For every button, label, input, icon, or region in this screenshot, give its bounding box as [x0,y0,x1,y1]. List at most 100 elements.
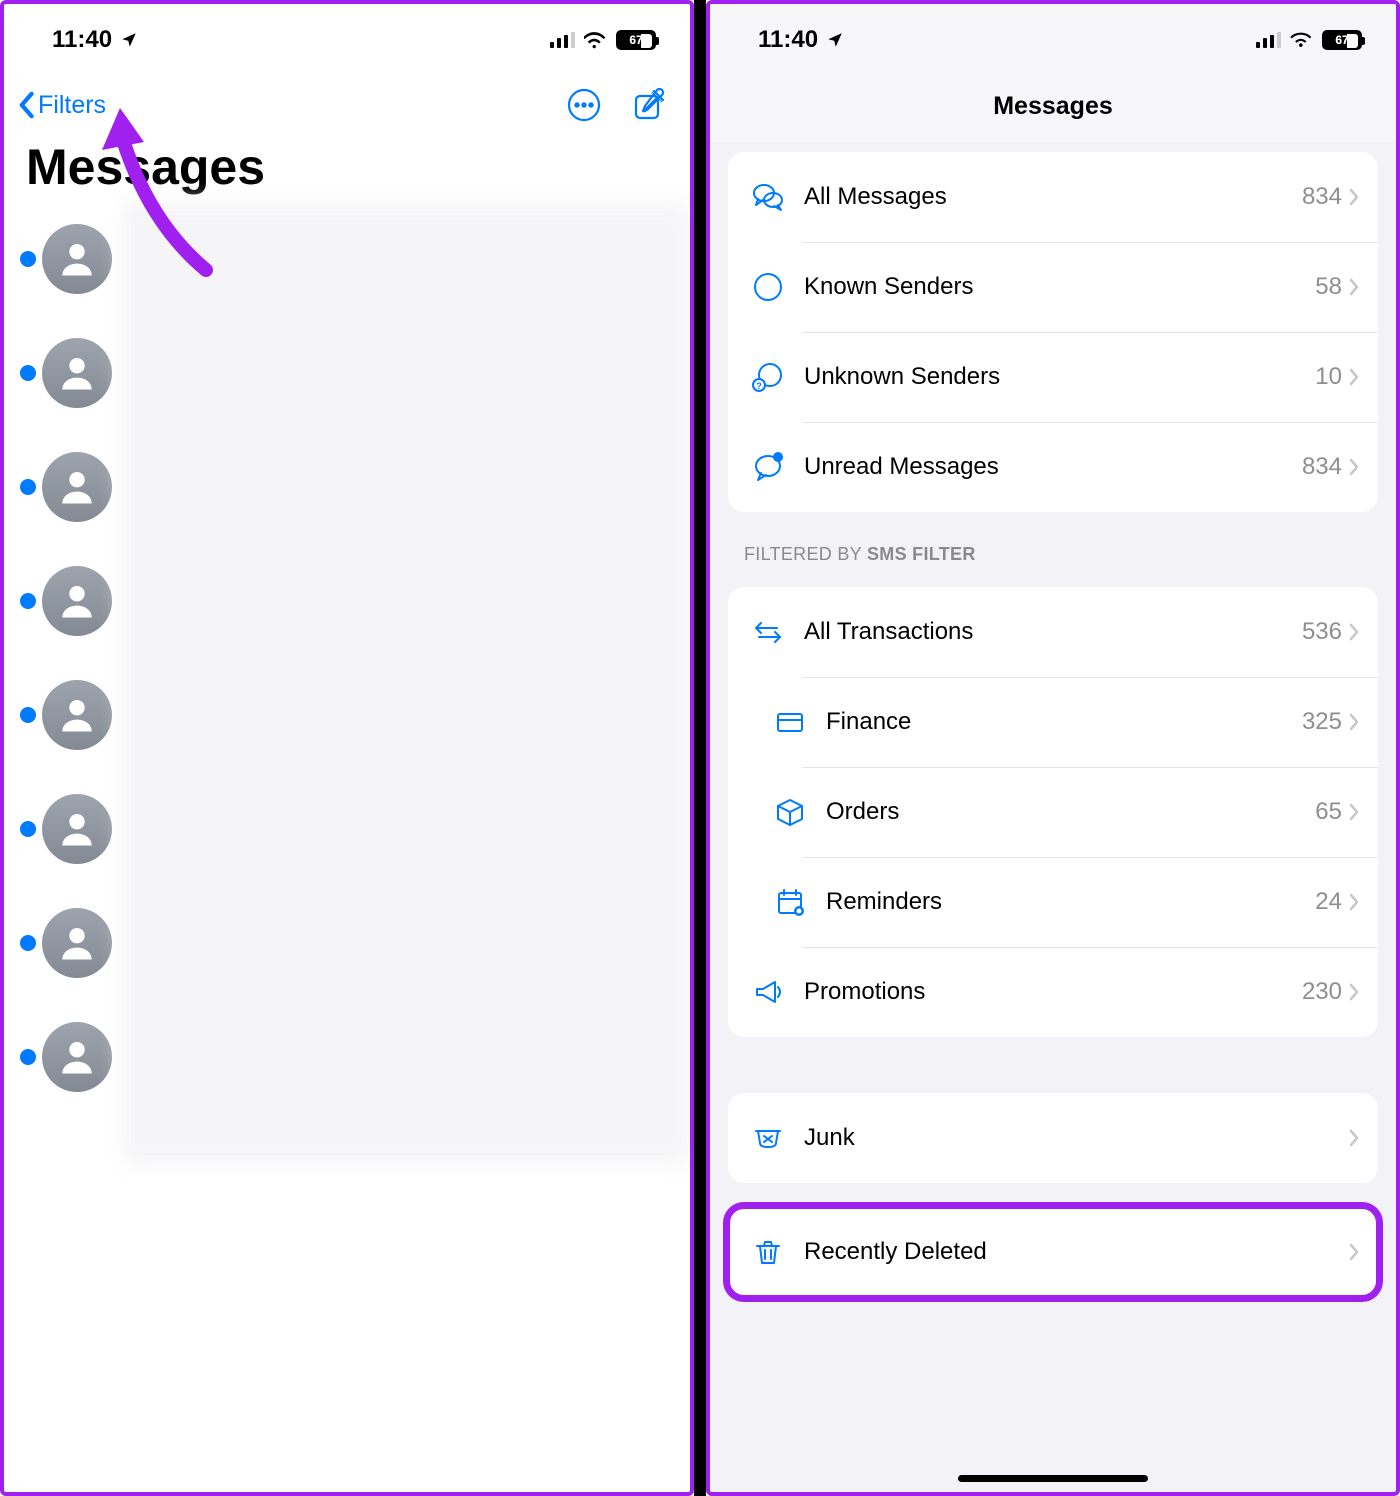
conversation-list[interactable] [4,202,690,1114]
filter-promotions[interactable]: Promotions 230 [728,947,1378,1037]
battery-icon: 67 67 [616,30,656,50]
filters-group-3: Junk [728,1093,1378,1183]
compose-icon[interactable] [632,88,666,122]
filter-recently-deleted[interactable]: Recently Deleted [728,1207,1378,1297]
bubble-dot-icon [746,450,790,484]
filter-label: Finance [826,708,1302,736]
chevron-right-icon [1348,277,1360,297]
wifi-icon [584,31,608,49]
avatar-icon [42,908,112,978]
filter-label: Unread Messages [804,453,1302,481]
filter-label: Promotions [804,978,1302,1006]
arrows-icon [746,615,790,649]
trash-icon [746,1235,790,1269]
cellular-icon [1256,32,1282,48]
avatar-icon [42,794,112,864]
filter-label: All Transactions [804,618,1302,646]
person-question-icon: ? [746,360,790,394]
wifi-icon [1290,31,1314,49]
box-icon [768,795,812,829]
chevron-right-icon [1348,367,1360,387]
unread-dot-icon [20,251,36,267]
divider [694,0,706,1496]
cellular-icon [550,32,576,48]
svg-text:?: ? [756,381,762,391]
back-label: Filters [38,91,106,120]
avatar-icon [42,338,112,408]
person-circle-icon [746,270,790,304]
filter-unknown-senders[interactable]: ? Unknown Senders 10 [728,332,1378,422]
filter-junk[interactable]: Junk [728,1093,1378,1183]
phone-left: 11:40 67 67 Filters [0,0,694,1496]
avatar-icon [42,1022,112,1092]
bubbles-icon [746,180,790,214]
location-icon [120,31,138,49]
filter-count: 65 [1315,798,1342,826]
filter-finance[interactable]: Finance 325 [728,677,1378,767]
filter-count: 834 [1302,453,1342,481]
filter-label: Known Senders [804,273,1315,301]
filter-label: Junk [804,1124,1348,1152]
header-title: Messages [710,76,1396,142]
filter-label: Reminders [826,888,1315,916]
more-icon[interactable] [566,87,602,123]
chevron-left-icon [16,91,36,119]
chevron-right-icon [1348,982,1360,1002]
unread-dot-icon [20,821,36,837]
unread-dot-icon [20,365,36,381]
card-icon [768,705,812,739]
filter-unread-messages[interactable]: Unread Messages 834 [728,422,1378,512]
filter-label: Unknown Senders [804,363,1315,391]
chevron-right-icon [1348,457,1360,477]
back-button[interactable]: Filters [16,91,106,120]
phone-right: 11:40 67 67 Messages All Messages 834 Kn… [706,0,1400,1496]
chevron-right-icon [1348,892,1360,912]
filter-count: 230 [1302,978,1342,1006]
unread-dot-icon [20,1049,36,1065]
filters-group-2: All Transactions 536 Finance 325 Orders … [728,587,1378,1037]
page-title: Messages [4,134,690,202]
filter-count: 834 [1302,183,1342,211]
nav-bar: Filters [4,76,690,134]
chevron-right-icon [1348,802,1360,822]
chevron-right-icon [1348,712,1360,732]
section-header: FILTERED BY SMS FILTER [710,512,1396,577]
filter-label: Orders [826,798,1315,826]
status-indicators: 67 67 [550,30,656,50]
chevron-right-icon [1348,622,1360,642]
filters-group-1: All Messages 834 Known Senders 58 ? Unkn… [728,152,1378,512]
location-icon [826,31,844,49]
blurred-content [122,202,690,1164]
filter-label: Recently Deleted [804,1238,1348,1266]
filter-all-transactions[interactable]: All Transactions 536 [728,587,1378,677]
battery-icon: 67 67 [1322,30,1362,50]
megaphone-icon [746,975,790,1009]
unread-dot-icon [20,707,36,723]
unread-dot-icon [20,593,36,609]
chevron-right-icon [1348,187,1360,207]
avatar-icon [42,680,112,750]
filter-all-messages[interactable]: All Messages 834 [728,152,1378,242]
status-time: 11:40 [758,26,818,54]
filter-count: 10 [1315,363,1342,391]
filter-label: All Messages [804,183,1302,211]
filters-group-4: Recently Deleted [728,1207,1378,1297]
home-indicator[interactable] [958,1475,1148,1482]
chevron-right-icon [1348,1128,1360,1148]
filter-count: 58 [1315,273,1342,301]
unread-dot-icon [20,935,36,951]
unread-dot-icon [20,479,36,495]
status-time: 11:40 [52,26,112,54]
status-bar: 11:40 67 67 [710,4,1396,76]
filter-reminders[interactable]: Reminders 24 [728,857,1378,947]
chevron-right-icon [1348,1242,1360,1262]
junk-icon [746,1121,790,1155]
filter-count: 536 [1302,618,1342,646]
filter-orders[interactable]: Orders 65 [728,767,1378,857]
filter-count: 24 [1315,888,1342,916]
avatar-icon [42,452,112,522]
avatar-icon [42,224,112,294]
filter-count: 325 [1302,708,1342,736]
calendar-icon [768,885,812,919]
filter-known-senders[interactable]: Known Senders 58 [728,242,1378,332]
